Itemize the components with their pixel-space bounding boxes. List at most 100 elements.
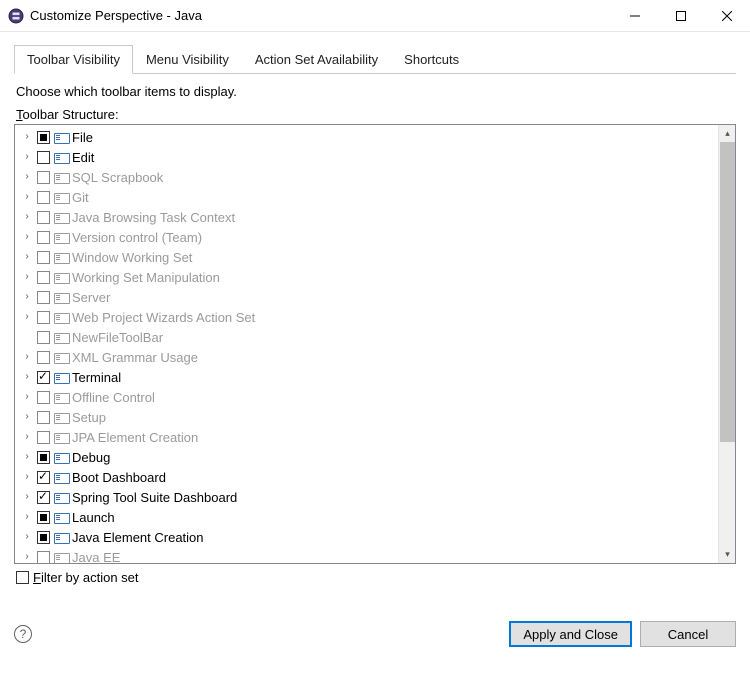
maximize-button[interactable] (658, 0, 704, 32)
toolbar-tree[interactable]: › File › Edit ›SQL Scrapbook›Git›Java Browsi… (15, 125, 718, 563)
tree-item-label: Java Element Creation (72, 530, 204, 545)
tab-action-set-availability[interactable]: Action Set Availability (242, 45, 391, 74)
toolbar-icon (54, 272, 68, 283)
expander-icon[interactable]: › (21, 411, 33, 423)
tree-row[interactable]: › Java Element Creation (15, 527, 718, 547)
expander-icon[interactable]: › (21, 311, 33, 323)
filter-label: Filter by action set (33, 570, 139, 585)
toolbar-icon (54, 512, 68, 523)
tree-checkbox[interactable] (37, 431, 50, 444)
tree-checkbox[interactable] (37, 271, 50, 284)
expander-icon[interactable]: › (21, 471, 33, 483)
tree-item-label: XML Grammar Usage (72, 350, 198, 365)
toolbar-icon (54, 472, 68, 483)
tree-item-label: File (72, 130, 93, 145)
cancel-button[interactable]: Cancel (640, 621, 736, 647)
tree-checkbox[interactable] (37, 231, 50, 244)
expander-icon[interactable]: › (21, 351, 33, 363)
tree-row[interactable]: ›Offline Control (15, 387, 718, 407)
tree-checkbox[interactable] (37, 371, 50, 384)
toolbar-icon (54, 312, 68, 323)
expander-icon[interactable]: › (21, 371, 33, 383)
tree-checkbox[interactable] (37, 211, 50, 224)
tree-checkbox[interactable] (37, 391, 50, 404)
tree-checkbox[interactable] (37, 531, 50, 544)
expander-icon[interactable]: › (21, 271, 33, 283)
filter-checkbox[interactable] (16, 571, 29, 584)
tree-item-label: Debug (72, 450, 110, 465)
tree-checkbox[interactable] (37, 331, 50, 344)
expander-icon[interactable]: › (21, 551, 33, 563)
tree-checkbox[interactable] (37, 471, 50, 484)
tree-row[interactable]: ›Java Browsing Task Context (15, 207, 718, 227)
tab-toolbar-visibility[interactable]: Toolbar Visibility (14, 45, 133, 74)
expander-icon[interactable]: › (21, 151, 33, 163)
expander-icon[interactable]: › (21, 511, 33, 523)
tree-checkbox[interactable] (37, 491, 50, 504)
tree-row[interactable]: ›JPA Element Creation (15, 427, 718, 447)
tree-item-label: NewFileToolBar (72, 330, 163, 345)
expander-icon[interactable]: › (21, 231, 33, 243)
tree-row[interactable]: NewFileToolBar (15, 327, 718, 347)
toolbar-icon (54, 232, 68, 243)
tree-item-label: Web Project Wizards Action Set (72, 310, 255, 325)
scroll-up-icon[interactable]: ▴ (719, 125, 736, 142)
toolbar-icon (54, 172, 68, 183)
tree-checkbox[interactable] (37, 551, 50, 564)
expander-icon[interactable]: › (21, 171, 33, 183)
tree-checkbox[interactable] (37, 351, 50, 364)
expander-icon[interactable]: › (21, 451, 33, 463)
tree-checkbox[interactable] (37, 291, 50, 304)
tree-checkbox[interactable] (37, 251, 50, 264)
tree-row[interactable]: › XML Grammar Usage (15, 347, 718, 367)
tree-item-label: Edit (72, 150, 94, 165)
tree-row[interactable]: › Web Project Wizards Action Set (15, 307, 718, 327)
tree-row[interactable]: › File (15, 127, 718, 147)
toolbar-icon (54, 212, 68, 223)
tree-checkbox[interactable] (37, 311, 50, 324)
tree-item-label: Boot Dashboard (72, 470, 166, 485)
help-button[interactable]: ? (14, 625, 32, 643)
expander-icon[interactable]: › (21, 531, 33, 543)
scrollbar[interactable]: ▴ ▾ (718, 125, 735, 563)
expander-icon (21, 331, 33, 343)
toolbar-icon (54, 352, 68, 363)
tree-checkbox[interactable] (37, 151, 50, 164)
tree-checkbox[interactable] (37, 451, 50, 464)
scrollbar-thumb[interactable] (720, 142, 735, 442)
tree-row[interactable]: ›Server (15, 287, 718, 307)
tree-row[interactable]: ›Working Set Manipulation (15, 267, 718, 287)
tree-row[interactable]: ›SQL Scrapbook (15, 167, 718, 187)
close-button[interactable] (704, 0, 750, 32)
expander-icon[interactable]: › (21, 211, 33, 223)
tree-row[interactable]: ›Terminal (15, 367, 718, 387)
expander-icon[interactable]: › (21, 391, 33, 403)
tree-row[interactable]: ›Version control (Team) (15, 227, 718, 247)
tree-row[interactable]: › Boot Dashboard (15, 467, 718, 487)
scroll-down-icon[interactable]: ▾ (719, 546, 736, 563)
tree-item-label: Window Working Set (72, 250, 192, 265)
tree-checkbox[interactable] (37, 511, 50, 524)
tree-row[interactable]: › Edit (15, 147, 718, 167)
expander-icon[interactable]: › (21, 191, 33, 203)
tab-shortcuts[interactable]: Shortcuts (391, 45, 472, 74)
tree-checkbox[interactable] (37, 171, 50, 184)
expander-icon[interactable]: › (21, 131, 33, 143)
tab-menu-visibility[interactable]: Menu Visibility (133, 45, 242, 74)
tree-checkbox[interactable] (37, 191, 50, 204)
tree-row[interactable]: › Window Working Set (15, 247, 718, 267)
tree-row[interactable]: ›Launch (15, 507, 718, 527)
expander-icon[interactable]: › (21, 251, 33, 263)
tree-row[interactable]: ›Setup (15, 407, 718, 427)
minimize-button[interactable] (612, 0, 658, 32)
apply-and-close-button[interactable]: Apply and Close (509, 621, 632, 647)
tree-row[interactable]: ›Java EE (15, 547, 718, 563)
expander-icon[interactable]: › (21, 431, 33, 443)
expander-icon[interactable]: › (21, 491, 33, 503)
tree-checkbox[interactable] (37, 411, 50, 424)
tree-checkbox[interactable] (37, 131, 50, 144)
expander-icon[interactable]: › (21, 291, 33, 303)
tree-row[interactable]: ›Git (15, 187, 718, 207)
tree-row[interactable]: ›Spring Tool Suite Dashboard (15, 487, 718, 507)
tree-row[interactable]: › Debug (15, 447, 718, 467)
